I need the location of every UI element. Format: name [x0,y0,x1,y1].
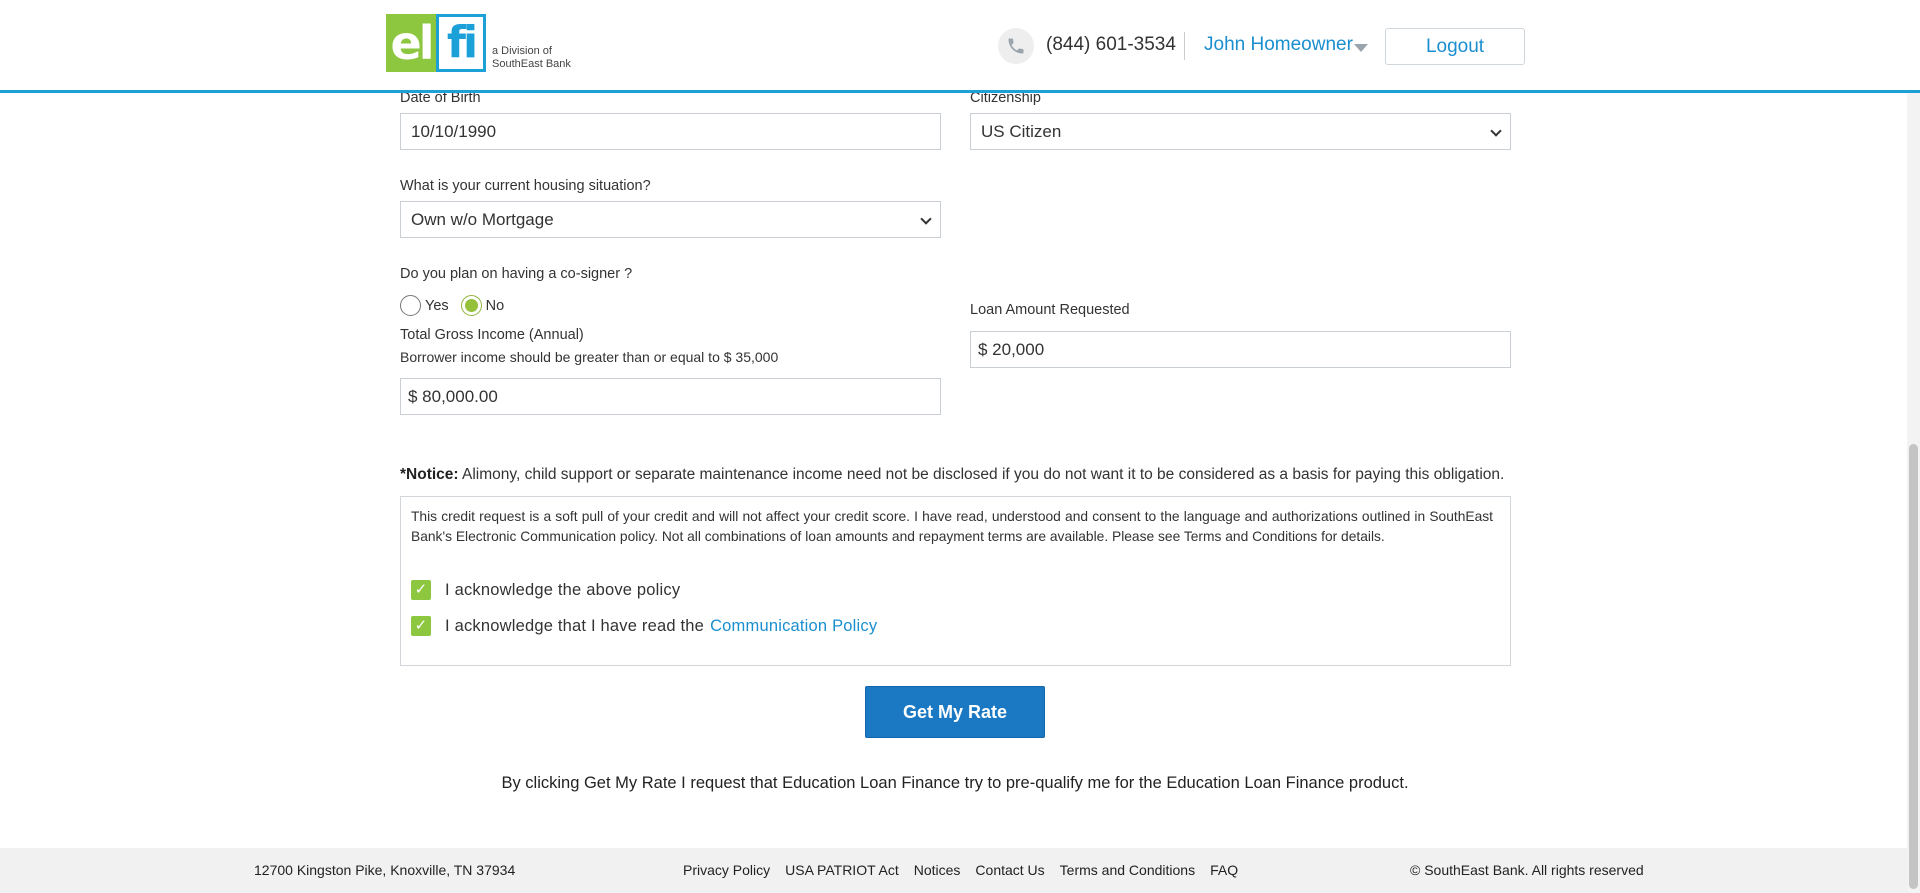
phone-icon [998,28,1034,64]
footer-address: 12700 Kingston Pike, Knoxville, TN 37934 [254,862,516,878]
loan-amount-value: $ 20,000 [978,340,1045,359]
logout-button[interactable]: Logout [1385,28,1525,65]
logo-mark: el fi [386,14,486,72]
site-footer: 12700 Kingston Pike, Knoxville, TN 37934… [0,848,1920,893]
ack-communication-checkbox[interactable]: ✓ [411,616,431,636]
citizenship-value: US Citizen [981,122,1062,141]
loan-amount-field[interactable]: $ 20,000 [970,331,1511,368]
cosigner-label: Do you plan on having a co-signer ? [400,266,633,282]
footer-links: Privacy Policy USA PATRIOT Act Notices C… [683,862,1238,878]
scrollbar-thumb[interactable] [1909,444,1918,889]
ack-policy-row[interactable]: ✓ I acknowledge the above policy [411,580,680,600]
notice-text: *Notice: Alimony, child support or separ… [400,466,1504,484]
dob-value: 10/10/1990 [411,122,497,141]
chevron-down-icon [1490,125,1502,137]
prequalify-disclaimer: By clicking Get My Rate I request that E… [501,774,1409,792]
income-hint: Borrower income should be greater than o… [400,349,779,365]
ack-communication-row[interactable]: ✓ I acknowledge that I have read the Com… [411,616,877,636]
logo-subtitle-line2: SouthEast Bank [492,58,571,70]
ack-policy-checkbox[interactable]: ✓ [411,580,431,600]
income-value: $ 80,000.00 [408,387,498,406]
housing-label: What is your current housing situation? [400,178,651,194]
income-label: Total Gross Income (Annual) [400,327,584,343]
cosigner-yes-label[interactable]: Yes [425,298,449,314]
footer-link-terms[interactable]: Terms and Conditions [1060,862,1195,878]
header-divider [1184,32,1185,60]
dob-field[interactable]: 10/10/1990 [400,113,941,150]
income-field[interactable]: $ 80,000.00 [400,378,941,415]
chevron-down-icon [920,213,932,225]
phone-number[interactable]: (844) 601-3534 [1046,34,1176,56]
notice-prefix: *Notice: [400,466,459,483]
elfi-logo[interactable]: el fi a Division of SouthEast Bank [386,14,571,72]
communication-policy-link[interactable]: Communication Policy [710,617,877,636]
consent-box: This credit request is a soft pull of yo… [400,496,1511,666]
user-menu-name[interactable]: John Homeowner [1204,34,1353,56]
cosigner-yes-radio[interactable] [400,295,421,316]
housing-value: Own w/o Mortgage [411,210,554,229]
ack-communication-label[interactable]: I acknowledge that I have read the [445,617,704,636]
page-scrollbar[interactable] [1907,0,1920,893]
footer-link-notices[interactable]: Notices [914,862,961,878]
cosigner-no-label[interactable]: No [486,298,505,314]
get-my-rate-button[interactable]: Get My Rate [865,686,1045,738]
notice-body: Alimony, child support or separate maint… [458,466,1505,483]
logo-el: el [386,14,436,72]
logo-fi: fi [436,14,486,72]
cosigner-radio-group: Yes No [400,295,516,316]
footer-link-privacy-policy[interactable]: Privacy Policy [683,862,770,878]
loan-amount-label: Loan Amount Requested [970,302,1130,318]
citizenship-select[interactable]: US Citizen [970,113,1511,150]
housing-select[interactable]: Own w/o Mortgage [400,201,941,238]
footer-link-contact-us[interactable]: Contact Us [975,862,1044,878]
logo-subtitle: a Division of SouthEast Bank [492,45,571,72]
cosigner-no-radio[interactable] [460,295,482,316]
consent-text: This credit request is a soft pull of yo… [411,509,1493,544]
footer-link-usa-patriot-act[interactable]: USA PATRIOT Act [785,862,899,878]
footer-copyright: © SouthEast Bank. All rights reserved [1410,862,1644,878]
site-header: el fi a Division of SouthEast Bank (844)… [0,0,1920,93]
ack-policy-label[interactable]: I acknowledge the above policy [445,581,680,600]
logo-subtitle-line1: a Division of [492,45,552,57]
chevron-down-icon[interactable] [1354,44,1368,52]
footer-link-faq[interactable]: FAQ [1210,862,1238,878]
